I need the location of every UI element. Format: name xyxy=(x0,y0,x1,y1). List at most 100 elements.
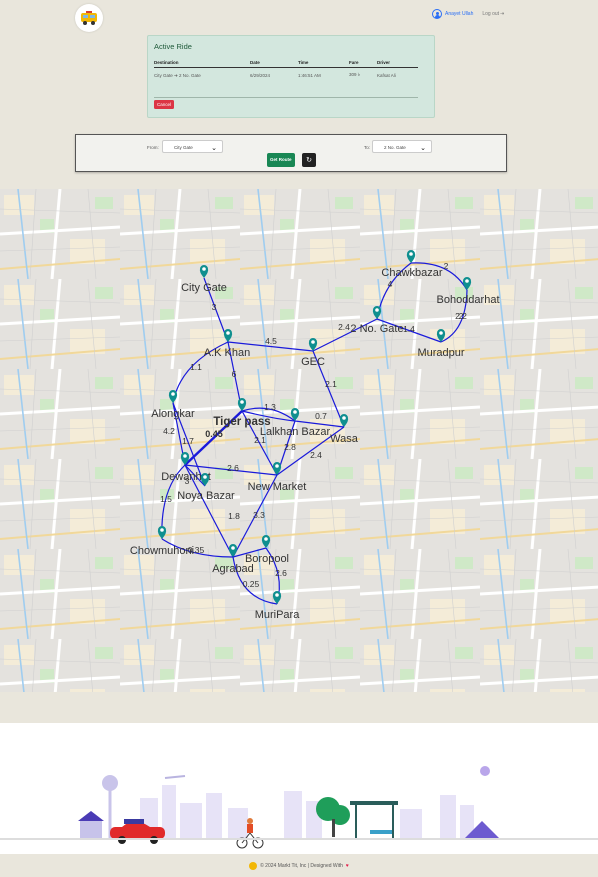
edge-distance-label: 0.25 xyxy=(243,579,260,589)
to-select[interactable]: 2 No. Gate ⌄ xyxy=(372,140,432,153)
edge-distance-label: 4 xyxy=(388,279,393,289)
column-header: Time xyxy=(298,59,349,68)
column-header: Date xyxy=(250,59,298,68)
map-node-label: Lalkhan Bazar xyxy=(260,426,331,438)
to-select-value: 2 No. Gate xyxy=(384,145,406,150)
table-row: City Gate ➔ 2 No. Gate 6/29/2024 1:46:51… xyxy=(154,68,418,84)
edge-distance-label: 0.45 xyxy=(205,429,223,439)
edge-distance-label: 1.5 xyxy=(160,494,172,504)
edge-distance-label: 6 xyxy=(232,369,237,379)
map-node-label: 2 No. Gate xyxy=(350,323,403,335)
map-node-label: Bohoddarhat xyxy=(437,294,500,306)
map-pin-dot xyxy=(160,528,164,532)
divider xyxy=(154,97,418,98)
chevron-down-icon: ⌄ xyxy=(420,145,426,152)
edge-distance-label: 4.5 xyxy=(265,336,277,346)
edge-distance-label: 0.7 xyxy=(315,411,327,421)
edge-distance-label: 2 xyxy=(444,261,449,271)
column-header: Destination xyxy=(154,59,250,68)
map-pin-dot xyxy=(439,331,443,335)
user-name-link[interactable]: Anayet Ullah xyxy=(445,11,473,17)
city-skyline-illustration xyxy=(0,766,598,849)
map-node-label: New Market xyxy=(248,481,307,493)
edge-distance-label: 1.8 xyxy=(228,511,240,521)
map-node-label: Muradpur xyxy=(417,347,464,359)
user-menu: Anayet Ullah Log out ⇥ xyxy=(432,9,504,19)
ride-time: 1:46:51 AM xyxy=(298,73,321,78)
footer-illustration xyxy=(0,723,598,854)
cancel-ride-button[interactable]: Cancel xyxy=(154,100,175,109)
map-node-label: Chowmuhoni xyxy=(130,545,194,557)
route-map-canvas: 34.51.162.4242.21.42.11.30.74.2 0.451.7 2.… xyxy=(0,189,598,692)
active-ride-card: Active Ride Destination Date Time Fare D… xyxy=(147,35,435,118)
edge-distance-label: 4.2 xyxy=(163,426,175,436)
edge-distance-label: 2.4 xyxy=(310,450,322,460)
map-node-label: MuriPara xyxy=(255,609,301,621)
map-pin-dot xyxy=(183,454,187,458)
edge-distance-label: 2 xyxy=(459,311,464,321)
edge-distance-label: 3.3 xyxy=(253,510,265,520)
edge-distance-label: 2.8 xyxy=(284,442,296,452)
map-pin-dot xyxy=(342,416,346,420)
edge-distance-label: 3 xyxy=(212,302,217,312)
logout-icon: ⇥ xyxy=(500,11,505,17)
edge-distance-label: 1.1 xyxy=(190,362,202,372)
map-pin-dot xyxy=(203,475,207,479)
app-logo[interactable] xyxy=(75,4,103,32)
map-node-label: Wasa xyxy=(330,433,359,445)
logout-button[interactable]: Log out ⇥ xyxy=(482,11,504,17)
edge-distance-label: 2.1 xyxy=(325,379,337,389)
map-pin-dot xyxy=(264,537,268,541)
map-node-label: Noya Bazar xyxy=(177,490,235,502)
map-pin-dot xyxy=(231,546,235,550)
logout-label: Log out xyxy=(482,11,500,17)
map-node-label: Alongkar xyxy=(151,408,195,420)
map-pin-dot xyxy=(311,340,315,344)
active-ride-title: Active Ride xyxy=(154,42,192,51)
ride-destination: City Gate ➔ 2 No. Gate xyxy=(154,72,201,78)
from-select[interactable]: City Gate ⌄ xyxy=(162,140,223,153)
map-pin-dot xyxy=(275,464,279,468)
map-node-label: GEC xyxy=(301,356,325,368)
from-label: From: xyxy=(147,145,159,150)
ride-fare: 309 ৳ xyxy=(349,72,360,77)
edge-distance-label: 1.4 xyxy=(403,324,415,334)
map-node-label: Boropool xyxy=(245,553,289,565)
map-node-label: A.K Khan xyxy=(204,347,250,359)
user-icon xyxy=(432,9,442,19)
reset-button[interactable]: ↻ xyxy=(302,153,316,167)
get-route-button[interactable]: Get Route xyxy=(267,153,295,167)
map-pin-dot xyxy=(375,308,379,312)
edge-distance-label: 2.6 xyxy=(227,463,239,473)
route-map[interactable]: 3 4.5 1.1 6 2.4 2 4 2.2 1.4 2.1 1.3 0.7 4.2 0.45 1.7 2.… xyxy=(0,189,598,692)
map-pin-dot xyxy=(202,267,206,271)
column-header: Driver xyxy=(377,59,418,68)
chevron-down-icon: ⌄ xyxy=(211,145,217,152)
map-pin-dot xyxy=(275,593,279,597)
map-pin-dot xyxy=(409,252,413,256)
taxi-logo-icon xyxy=(81,11,97,25)
edge-distance-label: 2.4 xyxy=(338,322,350,332)
footer-copyright: © 2024 Markt Tit, Inc | Designed With xyxy=(260,862,343,869)
edge-distance-label: 2.6 xyxy=(275,568,287,578)
to-label: To: xyxy=(364,145,371,150)
route-form: From: City Gate ⌄ To: 2 No. Gate ⌄ Get R… xyxy=(75,134,507,172)
map-pin-dot xyxy=(293,410,297,414)
column-header: Fare xyxy=(349,59,377,68)
reset-icon: ↻ xyxy=(306,157,312,164)
from-select-value: City Gate xyxy=(174,145,193,150)
footer-logo-icon xyxy=(249,861,258,870)
map-pin-dot xyxy=(226,331,230,335)
map-pin-dot xyxy=(240,400,244,404)
heart-icon: ♥ xyxy=(345,862,349,869)
ride-date: 6/29/2024 xyxy=(250,73,271,78)
map-node-label: Chawkbazar xyxy=(381,267,442,279)
map-pin-dot xyxy=(465,279,469,283)
active-ride-table: Destination Date Time Fare Driver City G… xyxy=(154,59,418,83)
map-pin-dot xyxy=(171,392,175,396)
ride-driver: Kafsat Ali xyxy=(377,73,396,78)
table-header-row: Destination Date Time Fare Driver xyxy=(154,59,418,68)
edge-distance-label: 1.7 xyxy=(182,436,194,446)
map-node-label: City Gate xyxy=(181,282,227,294)
footer-bar: © 2024 Markt Tit, Inc | Designed With ♥ xyxy=(0,854,598,877)
